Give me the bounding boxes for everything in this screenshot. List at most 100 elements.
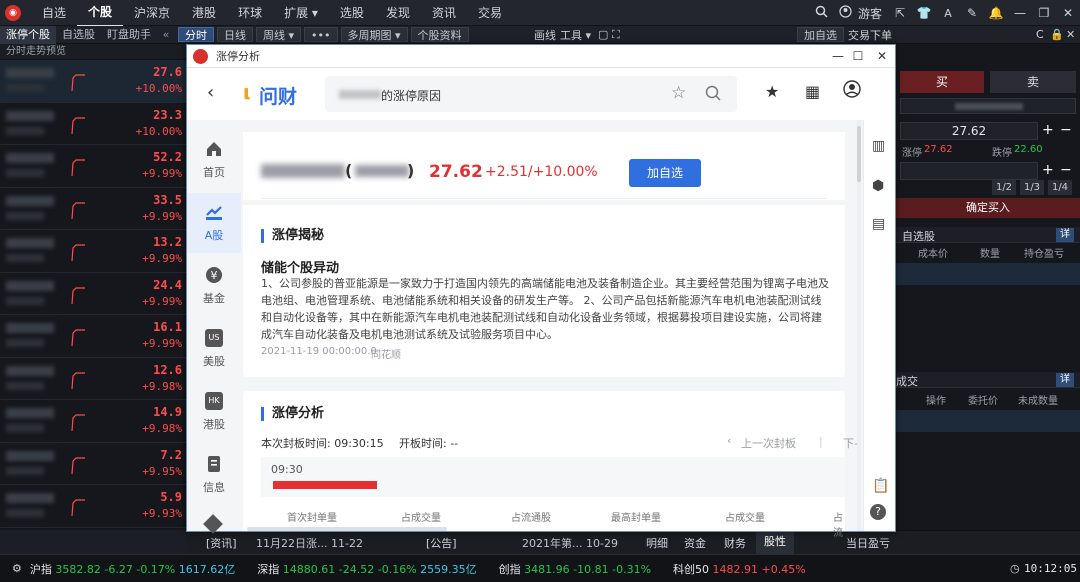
index-ticker[interactable]: 创指 3481.96 -10.81 -0.31% bbox=[491, 561, 651, 577]
fraction-third-button[interactable]: 1/3 bbox=[1020, 180, 1044, 195]
add-watchlist-button[interactable]: 加自选 bbox=[629, 159, 701, 187]
sidebar-item-funds[interactable]: ¥ 基金 bbox=[187, 256, 241, 316]
sidebar-item-hk-stocks[interactable]: HK 港股 bbox=[187, 382, 241, 442]
scroll-thumb[interactable] bbox=[857, 126, 861, 182]
stock-list-row[interactable]: 27.6 +10.00% bbox=[0, 60, 186, 103]
expand-icon[interactable]: ⇱ bbox=[888, 6, 912, 20]
search-icon[interactable] bbox=[705, 85, 721, 104]
buy-tab[interactable]: 买 bbox=[900, 71, 984, 93]
refresh-icon[interactable]: C bbox=[1036, 28, 1044, 41]
sidebar-item-a-shares[interactable]: A股 bbox=[187, 193, 241, 253]
back-arrow-icon[interactable]: ‹ bbox=[207, 82, 214, 103]
settings-gear-icon[interactable]: ⚙ bbox=[12, 562, 22, 575]
fraction-half-button[interactable]: 1/2 bbox=[992, 180, 1016, 195]
wencai-logo[interactable]: ⍳ 问财 bbox=[241, 78, 311, 110]
tab-details[interactable]: 明细 bbox=[646, 535, 668, 551]
btn-add-watch[interactable]: 加自选 bbox=[797, 27, 844, 42]
limit-down-price[interactable]: 22.60 bbox=[1014, 144, 1043, 155]
close-icon[interactable]: ✕ bbox=[1066, 28, 1075, 41]
qty-minus-button[interactable]: − bbox=[1060, 162, 1072, 178]
limit-up-price[interactable]: 27.62 bbox=[924, 144, 953, 155]
holdings-detail-button[interactable]: 详 bbox=[1056, 228, 1074, 242]
btn-tools[interactable]: 工具 ▾ bbox=[560, 27, 591, 43]
bar-chart-icon[interactable]: ▥ bbox=[872, 138, 885, 154]
menu-watchlist[interactable]: 自选 bbox=[31, 0, 77, 26]
fraction-quarter-button[interactable]: 1/4 bbox=[1048, 180, 1072, 195]
menu-individual-stock[interactable]: 个股 bbox=[77, 0, 124, 27]
comment-icon[interactable]: ▤ bbox=[872, 216, 885, 232]
clipboard-icon[interactable]: 📋 bbox=[872, 478, 889, 494]
stock-list-row[interactable]: 33.5 +9.99% bbox=[0, 188, 186, 230]
btn-multi-period[interactable]: 多周期图 ▾ bbox=[340, 27, 408, 42]
restore-icon[interactable]: ❐ bbox=[1032, 6, 1056, 20]
btn-draw-line[interactable]: 画线 bbox=[534, 27, 556, 43]
stock-list-row[interactable]: 13.2 +9.99% bbox=[0, 230, 186, 273]
stock-list-row[interactable]: 12.6 +9.98% bbox=[0, 358, 186, 400]
btn-trade-order[interactable]: 交易下单 bbox=[848, 27, 892, 43]
app-logo-icon[interactable]: ◉ bbox=[5, 4, 21, 21]
btn-stock-info[interactable]: 个股资料 bbox=[410, 27, 469, 42]
tab-finance[interactable]: 财务 bbox=[724, 535, 746, 551]
tab-limit-up-stocks[interactable]: 涨停个股 bbox=[0, 25, 56, 44]
tab-self-selected[interactable]: 自选股 bbox=[56, 26, 101, 44]
tab-funds[interactable]: 资金 bbox=[684, 535, 706, 551]
btn-more[interactable]: ••• bbox=[304, 27, 338, 42]
horizontal-scrollbar[interactable] bbox=[247, 527, 447, 531]
stock-list-row[interactable]: 52.2 +9.99% bbox=[0, 145, 186, 188]
menu-global[interactable]: 环球 bbox=[227, 0, 273, 26]
stock-list-row[interactable]: 16.1 +9.99% bbox=[0, 315, 186, 358]
lock-icon[interactable]: 🔒 bbox=[1050, 28, 1064, 41]
star-filled-icon[interactable]: ★ bbox=[765, 82, 779, 101]
star-outline-icon[interactable]: ☆ bbox=[671, 83, 686, 103]
next-board-button[interactable]: 下- bbox=[843, 435, 858, 451]
announcement-item[interactable]: 2021年第... 10-29 bbox=[522, 535, 618, 551]
index-ticker[interactable]: 科创50 1482.91 +0.45% bbox=[665, 561, 806, 577]
sell-tab[interactable]: 卖 bbox=[990, 71, 1076, 93]
sidebar-item-us-stocks[interactable]: US 美股 bbox=[187, 319, 241, 379]
tab-watch-assistant[interactable]: 盯盘助手 bbox=[101, 26, 157, 44]
chevron-left-icon[interactable]: ‹ bbox=[727, 434, 731, 447]
qty-plus-button[interactable]: + bbox=[1042, 162, 1054, 178]
btn-daily[interactable]: 日线 bbox=[217, 27, 253, 42]
square-icon[interactable]: ▢ bbox=[598, 28, 608, 41]
edit-icon[interactable]: ✎ bbox=[960, 6, 984, 20]
index-ticker[interactable]: 深指 14880.61 -24.52 -0.16% 2559.35亿 bbox=[249, 561, 476, 577]
btn-weekly[interactable]: 周线 ▾ bbox=[256, 27, 302, 42]
account-icon[interactable] bbox=[843, 80, 861, 101]
chevron-left-icon[interactable]: « bbox=[157, 28, 175, 41]
bell-icon[interactable]: 🔔 bbox=[984, 6, 1008, 20]
menu-trade[interactable]: 交易 bbox=[467, 0, 513, 26]
minimize-icon[interactable]: — bbox=[831, 49, 845, 63]
font-size-icon[interactable]: A bbox=[936, 7, 960, 20]
quantity-input[interactable] bbox=[900, 162, 1038, 180]
stock-list-row[interactable]: 7.2 +9.95% bbox=[0, 443, 186, 485]
price-plus-button[interactable]: + bbox=[1042, 122, 1054, 138]
stock-list-row[interactable]: 5.9 +9.93% bbox=[0, 485, 186, 528]
modal-titlebar[interactable]: 涨停分析 — ☐ ✕ bbox=[187, 45, 895, 68]
vertical-scrollbar[interactable] bbox=[857, 120, 861, 531]
maximize-icon[interactable]: ☐ bbox=[851, 49, 865, 63]
stock-list-row[interactable]: 23.3 +10.00% bbox=[0, 103, 186, 145]
deal-row[interactable] bbox=[896, 410, 1080, 432]
close-icon[interactable]: ✕ bbox=[875, 49, 889, 63]
menu-discover[interactable]: 发现 bbox=[375, 0, 421, 26]
cube-icon[interactable]: ⬢ bbox=[872, 178, 884, 194]
index-ticker[interactable]: 沪指 3582.82 -6.27 -0.17% 1617.62亿 bbox=[22, 561, 235, 577]
btn-intraday[interactable]: 分时 bbox=[178, 27, 214, 42]
stock-code-field[interactable] bbox=[900, 98, 1076, 114]
diamond-icon[interactable] bbox=[203, 514, 223, 534]
menu-stock-picker[interactable]: 选股 bbox=[329, 0, 375, 26]
apps-grid-icon[interactable]: ▦ bbox=[805, 82, 820, 101]
user-icon[interactable] bbox=[834, 5, 858, 21]
confirm-buy-button[interactable]: 确定买入 bbox=[896, 198, 1080, 218]
stock-list-row[interactable]: 14.9 +9.98% bbox=[0, 400, 186, 443]
sidebar-item-home[interactable]: 首页 bbox=[187, 130, 241, 190]
skin-icon[interactable]: 👕 bbox=[912, 6, 936, 20]
prev-board-button[interactable]: 上一次封板 bbox=[741, 435, 796, 451]
search-input[interactable]: 的涨停原因 ☆ bbox=[325, 76, 737, 112]
menu-news[interactable]: 资讯 bbox=[421, 0, 467, 26]
close-icon[interactable]: ✕ bbox=[1056, 6, 1080, 20]
help-icon[interactable]: ? bbox=[870, 504, 886, 520]
holding-row[interactable] bbox=[896, 263, 1080, 285]
tab-stock-character[interactable]: 股性 bbox=[756, 531, 794, 554]
